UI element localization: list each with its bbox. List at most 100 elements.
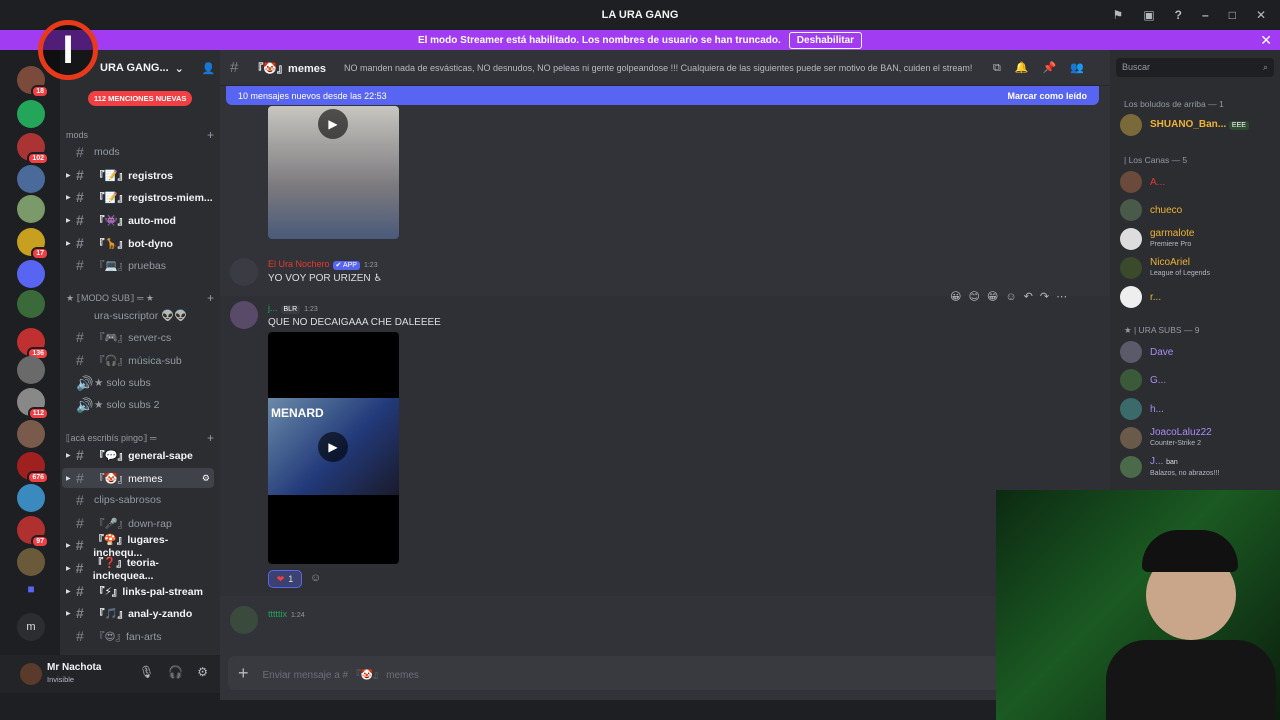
server-icon[interactable]	[17, 356, 45, 384]
server-icon[interactable]: 102	[17, 133, 49, 165]
add-channel-icon[interactable]: +	[207, 291, 214, 305]
folder-icon[interactable]: ■	[17, 582, 45, 610]
avatar[interactable]	[230, 301, 258, 329]
microphone-icon[interactable]: 🎙	[139, 665, 154, 679]
search-input[interactable]: Buscar ⌕	[1116, 58, 1274, 77]
minimize-icon[interactable]: –	[1202, 8, 1209, 22]
channel-label: 『⚡』links-pal-stream	[94, 585, 203, 598]
screen-icon[interactable]: ▣	[1143, 8, 1154, 22]
add-member-icon[interactable]: 👤	[202, 62, 216, 75]
channel-fan-arts[interactable]: # 『😍』fan-arts	[62, 626, 214, 646]
add-reaction-icon[interactable]: ☺	[310, 572, 321, 584]
server-list: 18 102 17 136 112 676 97 ■ m	[0, 50, 60, 720]
inbox-icon[interactable]: ⚑	[1113, 8, 1124, 22]
server-icon[interactable]: 17	[17, 228, 49, 260]
server-icon[interactable]	[17, 484, 45, 512]
category-modo-sub[interactable]: ★ ⟦MODO SUB⟧ ═ ★ +	[66, 291, 214, 305]
member-item[interactable]: chueco	[1120, 198, 1182, 222]
member-item[interactable]: A...	[1120, 170, 1165, 194]
server-icon[interactable]	[17, 100, 45, 128]
video-attachment[interactable]: ▶	[268, 106, 399, 239]
mention-badge: 676	[27, 471, 49, 484]
author-name[interactable]: tttttix	[268, 609, 287, 619]
add-channel-icon[interactable]: +	[207, 128, 214, 142]
maximize-icon[interactable]: □	[1229, 8, 1236, 22]
server-icon[interactable]: 18	[17, 66, 49, 98]
channel-lugares[interactable]: ▶ # 『🍄』lugares-inchequ...	[62, 534, 214, 559]
video-attachment[interactable]: MENARD ▶	[268, 332, 399, 564]
server-icon[interactable]	[17, 165, 45, 193]
gear-icon[interactable]: ⚙	[197, 665, 208, 679]
channel-solo-subs[interactable]: 🔊 ★ solo subs	[62, 373, 214, 393]
webcam-overlay	[996, 490, 1280, 720]
settings-icon[interactable]: ⚙	[202, 473, 210, 484]
channel-auto-mod[interactable]: ▶ # 『👾』auto-mod	[62, 210, 214, 230]
reaction-heart[interactable]: ❤ 1	[268, 570, 302, 588]
channel-solo-subs-2[interactable]: 🔊 ★ solo subs 2	[62, 395, 214, 415]
channel-header: # 『🤡』memes NO manden nada de esvásticas,…	[220, 50, 1110, 86]
channel-teoria[interactable]: ▶ # 『❓』teoria-inchequea...	[62, 557, 214, 582]
server-icon[interactable]	[17, 420, 45, 448]
channel-pruebas[interactable]: # 『💻』pruebas	[62, 255, 214, 275]
new-mentions-pill[interactable]: 112 MENCIONES NUEVAS	[88, 91, 193, 106]
member-item[interactable]: JoacoLaluz22 Counter-Strike 2	[1120, 426, 1212, 450]
member-item[interactable]: J... ban Balazos, no abrazos!!!	[1120, 455, 1219, 479]
channel-registros-miembros[interactable]: ▶ # 『📝』registros-miem...	[62, 187, 214, 207]
author-name[interactable]: j...	[268, 303, 278, 313]
channel-topic[interactable]: NO manden nada de esvásticas, NO desnudo…	[344, 63, 984, 73]
server-icon[interactable]: 676	[17, 452, 49, 484]
category-mods[interactable]: mods +	[66, 128, 214, 142]
server-icon[interactable]: m	[17, 613, 45, 641]
channel-anal-y-zando[interactable]: ▶ # 『🎵』anal-y-zando	[62, 603, 214, 623]
avatar[interactable]	[230, 606, 258, 634]
server-icon[interactable]: 112	[17, 388, 49, 420]
message-input[interactable]: Enviar mensaje a # 『🤡』 memes	[263, 666, 419, 681]
help-icon[interactable]: ?	[1175, 8, 1182, 22]
play-icon[interactable]: ▶	[318, 109, 348, 139]
close-window-icon[interactable]: ✕	[1256, 8, 1266, 22]
message-actions[interactable]: 😀😊😁☺↶↷⋯	[950, 290, 1074, 303]
new-messages-bar[interactable]: 10 mensajes nuevos desde las 22:53 Marca…	[226, 86, 1099, 105]
add-channel-icon[interactable]: +	[207, 431, 214, 445]
member-item[interactable]: h...	[1120, 397, 1164, 421]
member-item[interactable]: NicoAriel League of Legends	[1120, 256, 1210, 280]
channel-bot-dyno[interactable]: ▶ # 『🦒』bot-dyno	[62, 233, 214, 253]
channel-server-cs[interactable]: # 『🎮』server-cs	[62, 327, 214, 347]
channel-down-rap[interactable]: # 『🎤』down-rap	[62, 513, 214, 533]
server-icon[interactable]	[17, 195, 45, 223]
channel-label: 『📝』registros-miem...	[94, 191, 213, 204]
channel-label: 『📝』registros	[94, 169, 174, 182]
close-banner-icon[interactable]: ✕	[1260, 32, 1272, 49]
member-item[interactable]: G...	[1120, 368, 1166, 392]
play-icon[interactable]: ▶	[318, 432, 348, 462]
avatar[interactable]	[20, 663, 42, 685]
headphones-icon[interactable]: 🎧	[168, 665, 183, 679]
channel-registros[interactable]: ▶ # 『📝』registros	[62, 165, 214, 185]
author-name[interactable]: El Ura Nochero	[268, 259, 330, 269]
member-item[interactable]: r...	[1120, 285, 1161, 309]
channel-ura-suscriptor[interactable]: ura-suscriptor 👽👽	[62, 305, 214, 325]
category-aca-escribis[interactable]: ⟦acá escribís pingo⟧ ═ +	[66, 431, 214, 445]
channel-clips-sabrosos[interactable]: # clips-sabrosos	[62, 490, 214, 510]
channel-mods[interactable]: # mods	[62, 142, 214, 162]
avatar[interactable]	[230, 258, 258, 286]
channel-label: mods	[94, 146, 120, 158]
member-item[interactable]: garmalote Premiere Pro	[1120, 227, 1194, 251]
channel-memes[interactable]: ▶ # 『🤡』memes ⚙	[62, 468, 214, 488]
mark-as-read-button[interactable]: Marcar como leído	[1007, 91, 1087, 101]
server-icon[interactable]	[17, 290, 45, 318]
member-item[interactable]: Dave	[1120, 340, 1173, 364]
add-attachment-icon[interactable]: +	[238, 663, 249, 684]
server-icon[interactable]: 97	[17, 516, 49, 548]
server-icon[interactable]	[17, 548, 45, 576]
message-composer[interactable]: + Enviar mensaje a # 『🤡』 memes	[228, 656, 1102, 690]
server-icon[interactable]: 136	[17, 328, 49, 360]
member-item[interactable]: SHUANO_Ban... EEE	[1120, 113, 1249, 137]
channel-musica-sub[interactable]: # 『🎧』música-sub	[62, 350, 214, 370]
channel-general-sape[interactable]: ▶ # 『💬』general-sape	[62, 445, 214, 465]
header-tools-icon[interactable]: ⧉🔔📌👥	[993, 61, 1098, 75]
user-info[interactable]: Mr Nachota Invisible	[47, 662, 101, 686]
channel-links-pal-stream[interactable]: ▶ # 『⚡』links-pal-stream	[62, 581, 214, 601]
server-icon[interactable]	[17, 260, 45, 288]
disable-streamer-button[interactable]: Deshabilitar	[788, 31, 863, 49]
